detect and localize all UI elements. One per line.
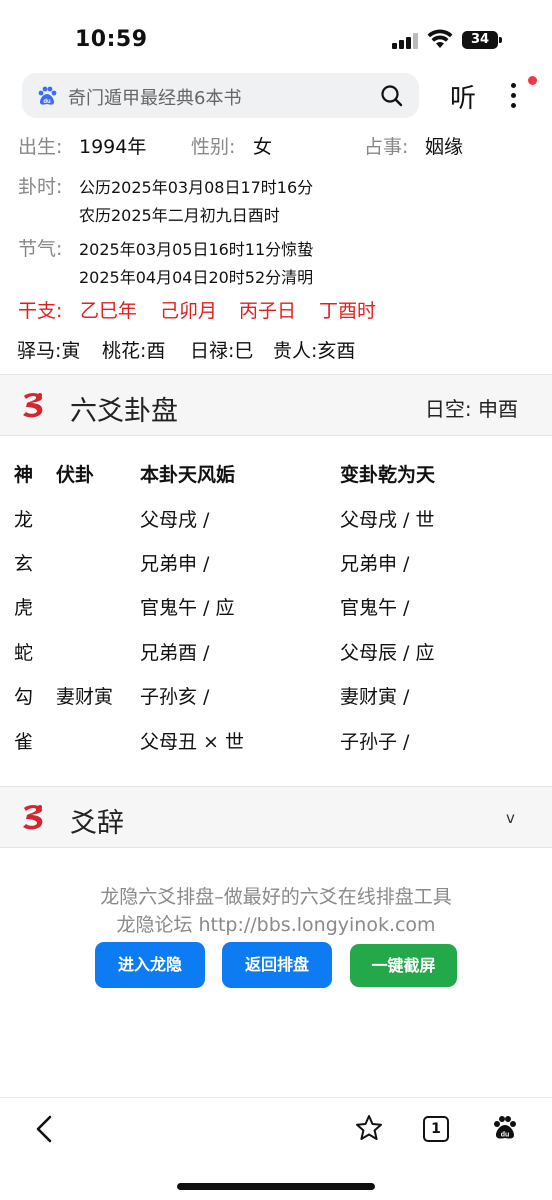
footer-tagline: 龙隐六爻排盘–做最好的六爻在线排盘工具 bbox=[100, 886, 452, 908]
back-icon[interactable] bbox=[32, 1114, 56, 1144]
search-icon[interactable] bbox=[380, 84, 404, 108]
day-empty-label: 日空: bbox=[424, 397, 472, 421]
battery-icon: 34 bbox=[462, 31, 498, 49]
table-row: 虎 bbox=[14, 597, 34, 619]
wifi-icon bbox=[427, 29, 453, 48]
time-solar: 公历2025年03月08日17时16分 bbox=[79, 178, 314, 197]
birth-value: 1994年 bbox=[79, 136, 147, 158]
ganzhi-year: 乙巳年 bbox=[80, 300, 138, 322]
return-paipan-button[interactable]: 返回排盘 bbox=[222, 942, 332, 988]
footer-forum-link[interactable]: 龙隐论坛 http://bbs.longyinok.com bbox=[0, 910, 552, 937]
matter-label: 占事: bbox=[364, 136, 409, 158]
screenshot-button[interactable]: 一键截屏 bbox=[350, 944, 457, 987]
baidu-paw-icon[interactable]: du bbox=[491, 1114, 519, 1142]
enter-longyin-button[interactable]: 进入龙隐 bbox=[95, 942, 205, 988]
ganzhi-month: 己卯月 bbox=[160, 300, 218, 322]
star-icon[interactable] bbox=[355, 1114, 383, 1142]
time-lunar: 农历2025年二月初九日酉时 bbox=[79, 206, 280, 225]
gender-label: 性别: bbox=[191, 136, 236, 158]
header-fu: 伏卦 bbox=[56, 464, 95, 486]
shensha-taohua: 桃花:酉 bbox=[102, 340, 166, 362]
table-cell-ben: 子孙亥 / bbox=[140, 686, 210, 708]
notification-dot bbox=[528, 76, 537, 85]
tab-count-button[interactable]: 1 bbox=[423, 1116, 449, 1142]
table-row: 龙 bbox=[14, 509, 34, 531]
shensha-yima: 驿马:寅 bbox=[17, 340, 81, 362]
birth-label: 出生: bbox=[18, 136, 63, 158]
table-row: 勾 bbox=[14, 686, 34, 708]
table-cell-bian: 子孙子 / bbox=[340, 731, 410, 753]
battery-cap bbox=[499, 37, 502, 43]
ganzhi-label: 干支: bbox=[18, 300, 63, 322]
table-cell-ben: 兄弟酉 / bbox=[140, 642, 210, 664]
matter-value: 姻缘 bbox=[425, 136, 464, 158]
table-cell-bian: 父母戌 / 世 bbox=[340, 509, 435, 531]
ganzhi-hour: 丁酉时 bbox=[319, 300, 377, 322]
header-ben: 本卦天风姤 bbox=[140, 464, 236, 486]
table-cell-bian: 兄弟申 / bbox=[340, 553, 410, 575]
search-bar[interactable]: du 奇门遁甲最经典6本书 bbox=[22, 73, 419, 118]
table-row: 蛇 bbox=[14, 642, 34, 664]
chevron-down-icon[interactable]: v bbox=[506, 809, 515, 827]
table-cell-ben: 父母戌 / bbox=[140, 509, 210, 531]
more-menu-icon[interactable] bbox=[503, 80, 523, 110]
shensha-rilu: 日禄:巳 bbox=[190, 340, 254, 362]
gender-value: 女 bbox=[253, 136, 273, 158]
table-cell-ben: 父母丑 × 世 bbox=[140, 731, 244, 753]
shensha-guiren: 贵人:亥酉 bbox=[273, 340, 356, 362]
status-time: 10:59 bbox=[75, 27, 148, 52]
yaoci-section-title: 爻辞 bbox=[70, 808, 124, 839]
listen-button[interactable]: 听 bbox=[450, 78, 476, 115]
gua-section-header[interactable]: 六爻卦盘 日空: 申酉 bbox=[0, 374, 552, 436]
table-row: 玄 bbox=[14, 553, 34, 575]
status-bar: 10:59 34 bbox=[0, 0, 552, 70]
yaoci-section-header[interactable]: 爻辞 v bbox=[0, 786, 552, 848]
day-empty: 日空: 申酉 bbox=[425, 393, 518, 422]
header-bian: 变卦乾为天 bbox=[340, 464, 436, 486]
table-cell-bian: 父母辰 / 应 bbox=[340, 642, 435, 664]
day-empty-value: 申酉 bbox=[478, 397, 518, 421]
table-cell-fu: 妻财寅 bbox=[56, 686, 114, 708]
dragon-logo-icon bbox=[23, 805, 43, 830]
term-label: 节气: bbox=[18, 238, 63, 260]
table-cell-bian: 妻财寅 / bbox=[340, 686, 410, 708]
term-1: 2025年03月05日16时11分惊蛰 bbox=[79, 240, 314, 259]
svg-text:du: du bbox=[43, 99, 51, 105]
dragon-logo-icon bbox=[23, 393, 43, 418]
search-query-text[interactable]: 奇门遁甲最经典6本书 bbox=[68, 84, 241, 110]
cellular-signal-icon bbox=[392, 33, 420, 49]
time-label: 卦时: bbox=[18, 176, 63, 198]
ganzhi-day: 丙子日 bbox=[239, 300, 297, 322]
home-indicator bbox=[177, 1183, 375, 1190]
table-cell-ben: 官鬼午 / 应 bbox=[140, 597, 235, 619]
svg-text:du: du bbox=[501, 1132, 510, 1139]
gua-section-title: 六爻卦盘 bbox=[70, 396, 178, 427]
baidu-paw-icon: du bbox=[38, 86, 57, 105]
table-row: 雀 bbox=[14, 731, 34, 753]
table-cell-bian: 官鬼午 / bbox=[340, 597, 410, 619]
term-2: 2025年04月04日20时52分清明 bbox=[79, 268, 314, 287]
header-shen: 神 bbox=[14, 464, 34, 486]
table-cell-ben: 兄弟申 / bbox=[140, 553, 210, 575]
